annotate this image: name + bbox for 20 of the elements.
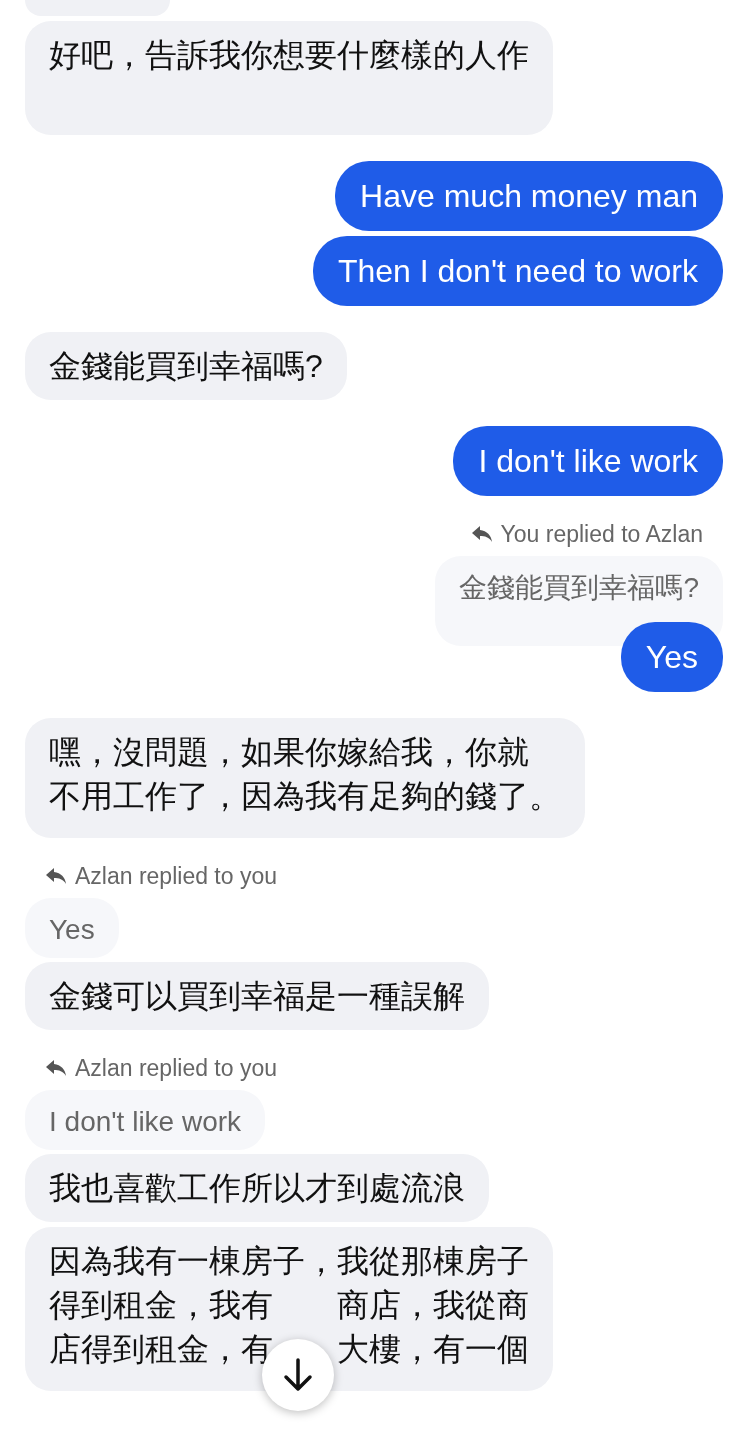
message-bubble: 金錢可以買到幸福是一種誤解 (25, 962, 489, 1030)
message-bubble: 好吧，告訴我你想要什麼樣的人作 (25, 21, 553, 135)
quoted-message: 金錢能買到幸福嗎? (435, 556, 723, 646)
reply-icon (45, 867, 67, 885)
message-bubble: 因為我有一棟房子，我從那棟房子 得到租金，我有 商店，我從商 店得到租金，有 大樓，有一個 (25, 1227, 553, 1391)
reply-label: Azlan replied to you (75, 862, 277, 890)
message-bubble: 金錢能買到幸福嗎? (25, 332, 347, 400)
message-bubble: Yes (620, 622, 723, 692)
quoted-message: I don't like work (25, 1090, 266, 1150)
reply-icon (470, 525, 493, 543)
message-bubble: 我也喜歡工作所以才到處流浪 (25, 1154, 489, 1222)
reply-label: You replied to Azlan (500, 520, 703, 548)
reply-icon (45, 1059, 67, 1077)
quoted-message: Yes (25, 898, 119, 958)
down-arrow-icon (283, 1358, 313, 1392)
message-bubble: 嘿，沒問題，如果你嫁給我，你就 不用工作了，因為我有足夠的錢了。 (25, 718, 585, 838)
message-bubble: I don't like work (453, 426, 723, 496)
message-bubble: Then I don't need to work (312, 236, 723, 306)
reply-label: Azlan replied to you (75, 1054, 277, 1082)
message-bubble: Have much money man (335, 161, 723, 231)
